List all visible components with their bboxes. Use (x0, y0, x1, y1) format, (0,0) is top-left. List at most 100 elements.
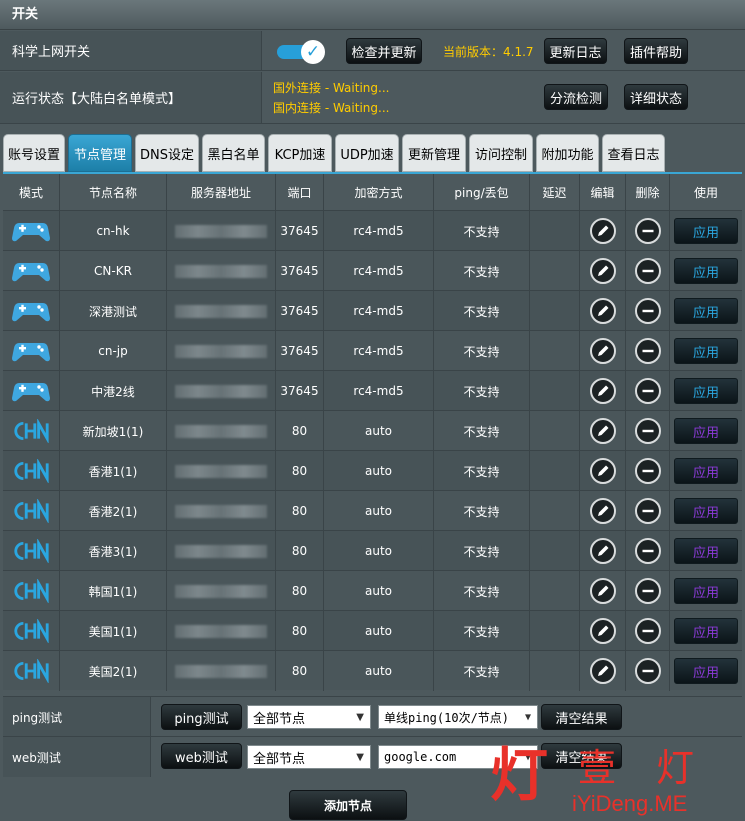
plugin-help-button[interactable]: 插件帮助 (624, 38, 688, 64)
latency (530, 651, 580, 691)
edit-icon[interactable] (589, 658, 616, 684)
delete-icon[interactable] (634, 218, 661, 244)
edit-icon[interactable] (589, 618, 616, 644)
encryption-method: auto (324, 491, 434, 531)
server-address (167, 291, 276, 331)
apply-button[interactable]: 应用 (674, 418, 738, 444)
mode-cell (3, 451, 60, 491)
delete-icon[interactable] (634, 298, 661, 324)
edit-icon[interactable] (589, 338, 616, 364)
redacted-address (175, 664, 267, 678)
web-node-select[interactable]: 全部节点 ▼ (247, 745, 371, 769)
tab-blackwhite[interactable]: 黑白名单 (202, 134, 265, 172)
chevron-down-icon: ▼ (356, 752, 364, 763)
delete-icon[interactable] (634, 578, 661, 604)
port: 80 (276, 451, 324, 491)
server-address (167, 211, 276, 251)
check-update-button[interactable]: 检查并更新 (346, 38, 422, 64)
mode-cell (3, 251, 60, 291)
edit-icon[interactable] (589, 498, 616, 524)
web-target-select-value: google.com (384, 750, 457, 764)
port: 37645 (276, 331, 324, 371)
apply-button[interactable]: 应用 (674, 618, 738, 644)
tab-log[interactable]: 查看日志 (602, 134, 665, 172)
node-name: 中港2线 (60, 371, 167, 411)
tab-kcp[interactable]: KCP加速 (268, 134, 332, 172)
node-name: 新加坡1(1) (60, 411, 167, 451)
use-cell: 应用 (670, 291, 742, 331)
tab-nodes[interactable]: 节点管理 (68, 134, 132, 172)
delete-icon[interactable] (634, 378, 661, 404)
delete-cell (626, 251, 670, 291)
edit-icon[interactable] (589, 458, 616, 484)
delete-icon[interactable] (634, 538, 661, 564)
tab-extra[interactable]: 附加功能 (536, 134, 599, 172)
ping-node-select-value: 全部节点 (253, 711, 306, 727)
delete-icon[interactable] (634, 338, 661, 364)
gamepad-icon (11, 218, 51, 244)
edit-icon[interactable] (589, 418, 616, 444)
tab-update[interactable]: 更新管理 (402, 134, 466, 172)
edit-icon[interactable] (589, 298, 616, 324)
apply-button[interactable]: 应用 (674, 458, 738, 484)
delete-icon[interactable] (634, 258, 661, 284)
ping-test-row: ping测试 ping测试 全部节点 ▼ 单线ping(10次/节点) ▼ 清空… (3, 696, 742, 737)
apply-button[interactable]: 应用 (674, 498, 738, 524)
use-cell: 应用 (670, 531, 742, 571)
server-address (167, 251, 276, 291)
redacted-address (175, 224, 267, 238)
redacted-address (175, 344, 267, 358)
ping-loss: 不支持 (434, 411, 530, 451)
tab-access[interactable]: 访问控制 (469, 134, 533, 172)
chn-icon (11, 578, 51, 604)
ping-test-button[interactable]: ping测试 (161, 704, 242, 730)
apply-button[interactable]: 应用 (674, 218, 738, 244)
apply-button[interactable]: 应用 (674, 378, 738, 404)
header-use: 使用 (693, 185, 718, 200)
delete-icon[interactable] (634, 418, 661, 444)
watermark-url: iYiDeng.ME (572, 791, 688, 816)
ping-node-select[interactable]: 全部节点 ▼ (247, 705, 371, 729)
delete-icon[interactable] (634, 618, 661, 644)
ping-clear-button[interactable]: 清空结果 (541, 704, 622, 730)
split-check-button[interactable]: 分流检测 (544, 84, 608, 110)
delete-icon[interactable] (634, 458, 661, 484)
proxy-toggle[interactable]: ✓ (277, 40, 325, 64)
tab-udp[interactable]: UDP加速 (335, 134, 399, 172)
delete-icon[interactable] (634, 658, 661, 684)
delete-icon[interactable] (634, 498, 661, 524)
node-name: 美国1(1) (60, 611, 167, 651)
ping-method-select-value: 单线ping(10次/节点) (384, 710, 510, 725)
edit-icon[interactable] (589, 538, 616, 564)
apply-button[interactable]: 应用 (674, 258, 738, 284)
edit-icon[interactable] (589, 218, 616, 244)
add-node-button[interactable]: 添加节点 (289, 790, 407, 820)
changelog-button[interactable]: 更新日志 (544, 38, 607, 64)
edit-icon[interactable] (589, 378, 616, 404)
table-row: 韩国1(1) 80 auto 不支持 应用 (3, 570, 742, 611)
detail-status-button[interactable]: 详细状态 (624, 84, 688, 110)
apply-button[interactable]: 应用 (674, 338, 738, 364)
tab-dns[interactable]: DNS设定 (135, 134, 199, 172)
ping-loss: 不支持 (434, 251, 530, 291)
chn-icon (11, 618, 51, 644)
edit-cell (580, 291, 626, 331)
apply-button[interactable]: 应用 (674, 298, 738, 324)
tab-account[interactable]: 账号设置 (3, 134, 65, 172)
delete-cell (626, 331, 670, 371)
delete-cell (626, 451, 670, 491)
apply-button[interactable]: 应用 (674, 578, 738, 604)
apply-button[interactable]: 应用 (674, 538, 738, 564)
latency (530, 331, 580, 371)
web-test-button[interactable]: web测试 (161, 743, 242, 769)
use-cell: 应用 (670, 331, 742, 371)
server-address (167, 531, 276, 571)
edit-icon[interactable] (589, 578, 616, 604)
edit-icon[interactable] (589, 258, 616, 284)
mode-cell (3, 531, 60, 571)
ping-loss: 不支持 (434, 491, 530, 531)
apply-button[interactable]: 应用 (674, 658, 738, 684)
redacted-address (175, 544, 267, 558)
ping-method-select[interactable]: 单线ping(10次/节点) ▼ (378, 705, 538, 729)
ping-loss: 不支持 (434, 371, 530, 411)
